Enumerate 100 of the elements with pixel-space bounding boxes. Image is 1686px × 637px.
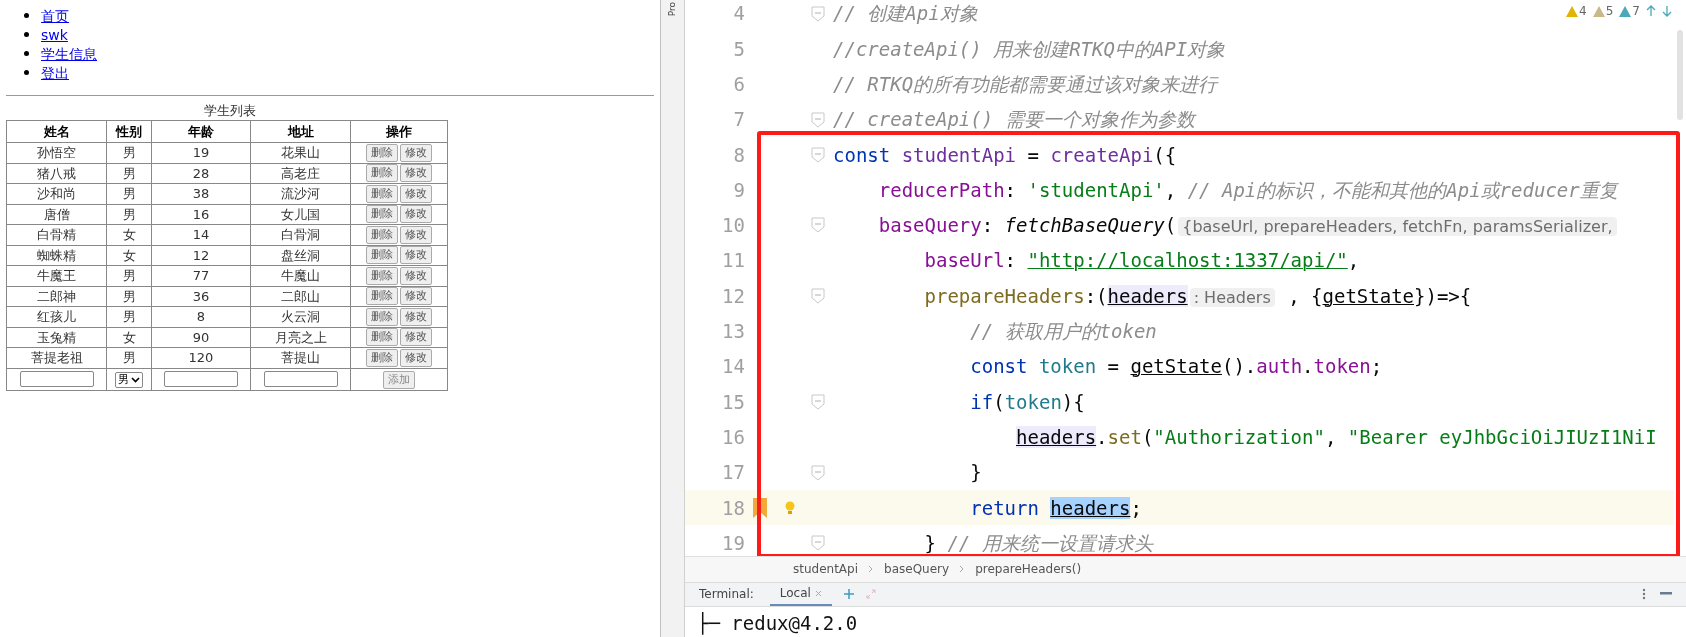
- table-cell: 男: [106, 163, 152, 184]
- delete-button[interactable]: 删除: [366, 205, 398, 224]
- table-cell: 16: [151, 204, 251, 225]
- table-cell: 36: [151, 286, 251, 307]
- table-cell: 猪八戒: [6, 163, 107, 184]
- line-number: 16: [721, 424, 745, 450]
- nav-link[interactable]: 学生信息: [41, 46, 97, 61]
- table-cell: 高老庄: [250, 163, 351, 184]
- name-input[interactable]: [19, 371, 94, 387]
- table-cell: 19: [151, 142, 251, 163]
- line-number: 4: [732, 1, 745, 27]
- line-number: 8: [732, 142, 745, 168]
- table-cell: 二郎神: [6, 286, 107, 307]
- fold-icon[interactable]: [811, 535, 825, 552]
- edit-button[interactable]: 修改: [400, 307, 432, 326]
- table-cell: 女: [106, 245, 152, 266]
- delete-button[interactable]: 删除: [366, 287, 398, 306]
- edit-button[interactable]: 修改: [400, 205, 432, 224]
- column-header: 操作: [350, 120, 448, 143]
- lightbulb-icon[interactable]: [783, 499, 797, 516]
- code-text: const token = getState().auth.token;: [969, 354, 1383, 380]
- line-number: 12: [721, 283, 745, 309]
- edit-button[interactable]: 修改: [400, 348, 432, 367]
- nav-link[interactable]: 登出: [41, 65, 69, 80]
- table-cell: 120: [151, 347, 251, 368]
- edit-button[interactable]: 修改: [400, 246, 432, 265]
- bullet-icon: [24, 70, 29, 75]
- plus-icon[interactable]: [843, 589, 854, 600]
- inlay-hint: : Headers: [1189, 287, 1275, 307]
- minimize-icon[interactable]: [1660, 592, 1672, 597]
- fold-icon[interactable]: [811, 146, 825, 163]
- delete-button[interactable]: 删除: [366, 143, 398, 162]
- bookmark-icon[interactable]: [753, 497, 767, 518]
- code-text: baseUrl: "http://localhost:1337/api/",: [923, 248, 1360, 274]
- table-cell: 90: [151, 327, 251, 348]
- breadcrumb[interactable]: prepareHeaders(): [975, 560, 1082, 579]
- code-text: // createApi() 需要一个对象作为参数: [832, 107, 1195, 133]
- breadcrumb[interactable]: baseQuery: [884, 560, 950, 579]
- nav-link[interactable]: swk: [41, 27, 68, 42]
- nav-link[interactable]: 首页: [41, 8, 69, 23]
- table-cell: 14: [151, 224, 251, 245]
- table-cell: 孙悟空: [6, 142, 107, 163]
- edit-button[interactable]: 修改: [400, 328, 432, 347]
- fold-icon[interactable]: [811, 5, 825, 22]
- fold-icon[interactable]: [811, 217, 825, 234]
- delete-button[interactable]: 删除: [366, 246, 398, 265]
- inspection-count[interactable]: 7: [1619, 2, 1640, 20]
- more-options-icon[interactable]: [1642, 588, 1646, 601]
- table-cell: 男: [106, 204, 152, 225]
- line-number: 18: [721, 495, 745, 521]
- warning-icon: [1592, 5, 1605, 17]
- close-icon[interactable]: [814, 589, 822, 597]
- delete-button[interactable]: 删除: [366, 164, 398, 183]
- gender-select[interactable]: 男: [115, 372, 143, 389]
- project-tab[interactable]: Pro: [668, 2, 677, 17]
- edit-button[interactable]: 修改: [400, 143, 432, 162]
- inspection-count[interactable]: 5: [1592, 2, 1614, 20]
- table-cell: 白骨精: [6, 224, 107, 245]
- table-cell: 牛魔山: [250, 265, 351, 286]
- table-cell: 38: [151, 183, 251, 204]
- code-text: return headers;: [969, 495, 1142, 521]
- expand-icon[interactable]: [865, 589, 876, 600]
- code-text: if(token){: [969, 389, 1085, 415]
- breadcrumb[interactable]: studentApi: [793, 560, 859, 579]
- edit-button[interactable]: 修改: [400, 287, 432, 306]
- code-text: } // 用来统一设置请求头: [923, 530, 1153, 556]
- code-text: prepareHeaders:(headers : Headers , {getState})=>{: [923, 283, 1472, 309]
- line-number: 5: [732, 36, 745, 62]
- column-header: 姓名: [6, 120, 107, 143]
- previous-arrow-icon[interactable]: [1646, 5, 1656, 17]
- chevron-down-icon: [131, 377, 140, 384]
- delete-button[interactable]: 删除: [366, 348, 398, 367]
- table-cell: 沙和尚: [6, 183, 107, 204]
- fold-icon[interactable]: [811, 288, 825, 304]
- fold-icon[interactable]: [811, 393, 825, 410]
- table-cell: 女: [106, 224, 152, 245]
- fold-icon[interactable]: [811, 111, 825, 128]
- next-arrow-icon[interactable]: [1662, 5, 1672, 17]
- delete-button[interactable]: 删除: [366, 307, 398, 326]
- edit-button[interactable]: 修改: [400, 225, 432, 244]
- table-cell: 菩提山: [250, 347, 351, 368]
- delete-button[interactable]: 删除: [366, 225, 398, 244]
- fold-icon[interactable]: [811, 464, 825, 481]
- delete-button[interactable]: 删除: [366, 184, 398, 203]
- edit-button[interactable]: 修改: [400, 184, 432, 203]
- table-cell: 白骨洞: [250, 224, 351, 245]
- age-input[interactable]: [164, 371, 238, 387]
- table-cell: 花果山: [250, 142, 351, 163]
- table-cell: 月亮之上: [250, 327, 351, 348]
- code-text: }: [969, 460, 982, 486]
- edit-button[interactable]: 修改: [400, 266, 432, 285]
- terminal-tab[interactable]: Local: [769, 582, 832, 606]
- table-cell: 二郎山: [250, 286, 351, 307]
- delete-button[interactable]: 删除: [366, 266, 398, 285]
- address-input[interactable]: [263, 371, 338, 387]
- inspection-count[interactable]: 4: [1566, 2, 1587, 20]
- delete-button[interactable]: 删除: [366, 328, 398, 347]
- table-cell: 8: [151, 306, 251, 327]
- edit-button[interactable]: 修改: [400, 164, 432, 183]
- chevron-icon: [959, 565, 966, 574]
